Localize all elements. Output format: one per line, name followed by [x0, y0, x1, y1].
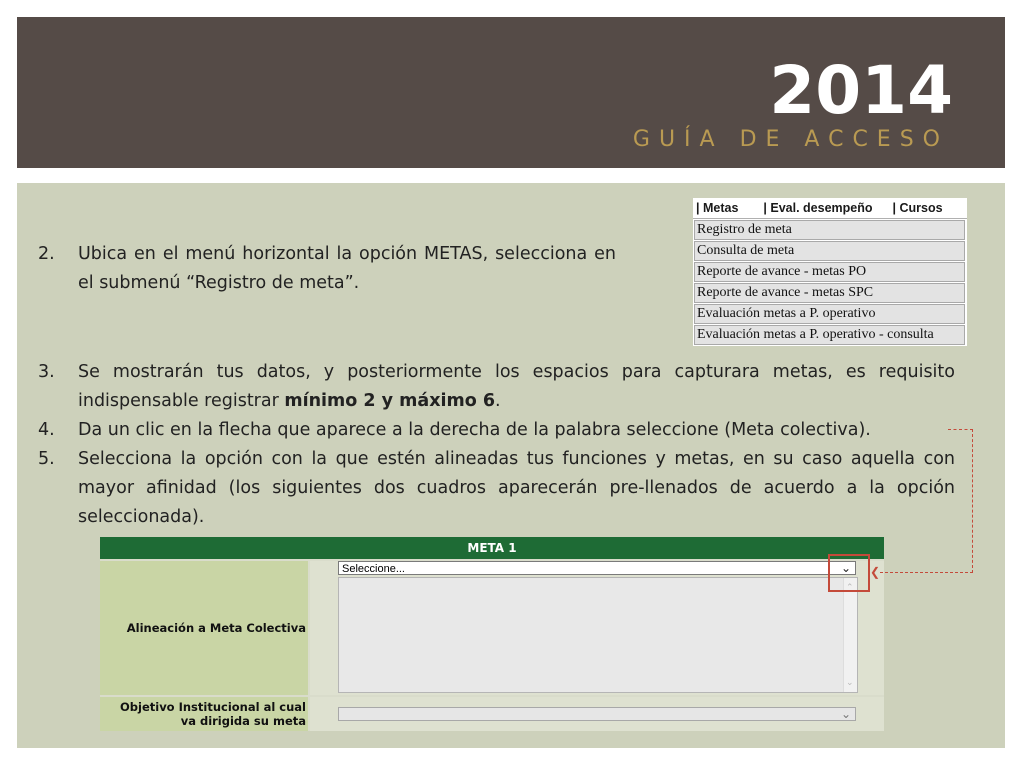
- subtitle: GUÍA DE ACCESO: [632, 127, 949, 152]
- objetivo-label-line2: va dirigida su meta: [180, 714, 306, 728]
- meta-form: META 1 Alineación a Meta Colectiva Selec…: [100, 537, 884, 731]
- step-4: 4. Da un clic en la flecha que aparece a…: [38, 416, 955, 445]
- alineacion-label-text: Alineación a Meta Colectiva: [126, 621, 306, 635]
- objetivo-label-line1: Objetivo Institucional al cual: [120, 700, 306, 714]
- step-text: Ubica en el menú horizontal la opción ME…: [78, 244, 616, 293]
- objetivo-label: Objetivo Institucional al cual va dirigi…: [100, 697, 308, 731]
- meta-colectiva-select[interactable]: Seleccione... ⌄: [338, 561, 856, 575]
- menu-item-evaluacion[interactable]: Evaluación metas a P. operativo: [694, 304, 965, 324]
- step-text-bold: mínimo 2 y máximo 6: [284, 391, 496, 411]
- step-number: 4.: [38, 420, 55, 440]
- annotation-line: [972, 429, 973, 573]
- menu-item-registro-meta[interactable]: Registro de meta: [694, 220, 965, 240]
- menu-metas[interactable]: | Metas: [696, 201, 738, 215]
- step-3: 3. Se mostrarán tus datos, y posteriorme…: [38, 358, 955, 416]
- year-title: 2014: [769, 52, 953, 129]
- arrow-left-icon: ❮: [870, 565, 881, 579]
- step-text-part: Se mostrarán tus datos, y posteriormente…: [78, 362, 955, 411]
- title-banner: 2014 GUÍA DE ACCESO: [17, 17, 1005, 168]
- step-number: 2.: [38, 244, 55, 264]
- step-5: 5. Selecciona la opción con la que estén…: [38, 445, 955, 532]
- step-number: 5.: [38, 449, 55, 469]
- highlight-box: [828, 554, 870, 592]
- select-value: Seleccione...: [342, 563, 405, 575]
- objetivo-cell: ⌄: [310, 697, 884, 731]
- form-row-objetivo: Objetivo Institucional al cual va dirigi…: [100, 697, 884, 731]
- step-number: 3.: [38, 362, 55, 382]
- step-text-part: .: [495, 391, 501, 411]
- form-row-alineacion: Alineación a Meta Colectiva Seleccione..…: [100, 561, 884, 695]
- step-text: Selecciona la opción con la que estén al…: [78, 449, 955, 527]
- step-text: Se mostrarán tus datos, y posteriormente…: [78, 358, 955, 416]
- menu-item-reporte-spc[interactable]: Reporte de avance - metas SPC: [694, 283, 965, 303]
- annotation-line: [880, 572, 973, 573]
- menu-bar: | Metas | Eval. desempeño | Cursos: [693, 198, 967, 219]
- menu-item-evaluacion-consulta[interactable]: Evaluación metas a P. operativo - consul…: [694, 325, 965, 345]
- form-title: META 1: [100, 537, 884, 559]
- step-2: 2. Ubica en el menú horizontal la opción…: [38, 240, 616, 298]
- scroll-down-icon[interactable]: ⌄: [846, 677, 854, 688]
- objetivo-select[interactable]: ⌄: [338, 707, 856, 721]
- menu-eval-desempeno[interactable]: | Eval. desempeño: [763, 201, 872, 215]
- metas-menu: | Metas | Eval. desempeño | Cursos Regis…: [693, 198, 967, 346]
- chevron-down-icon[interactable]: ⌄: [841, 707, 851, 721]
- scrollbar[interactable]: ⌃ ⌄: [843, 578, 857, 692]
- step-text: Da un clic en la flecha que aparece a la…: [78, 420, 871, 440]
- menu-item-reporte-po[interactable]: Reporte de avance - metas PO: [694, 262, 965, 282]
- meta-colectiva-listbox[interactable]: ⌃ ⌄: [338, 577, 858, 693]
- annotation-line: [948, 429, 973, 430]
- alineacion-cell: Seleccione... ⌄ ⌃ ⌄: [310, 561, 884, 695]
- menu-item-consulta-meta[interactable]: Consulta de meta: [694, 241, 965, 261]
- alineacion-label: Alineación a Meta Colectiva: [100, 561, 308, 695]
- menu-cursos[interactable]: | Cursos: [893, 201, 943, 215]
